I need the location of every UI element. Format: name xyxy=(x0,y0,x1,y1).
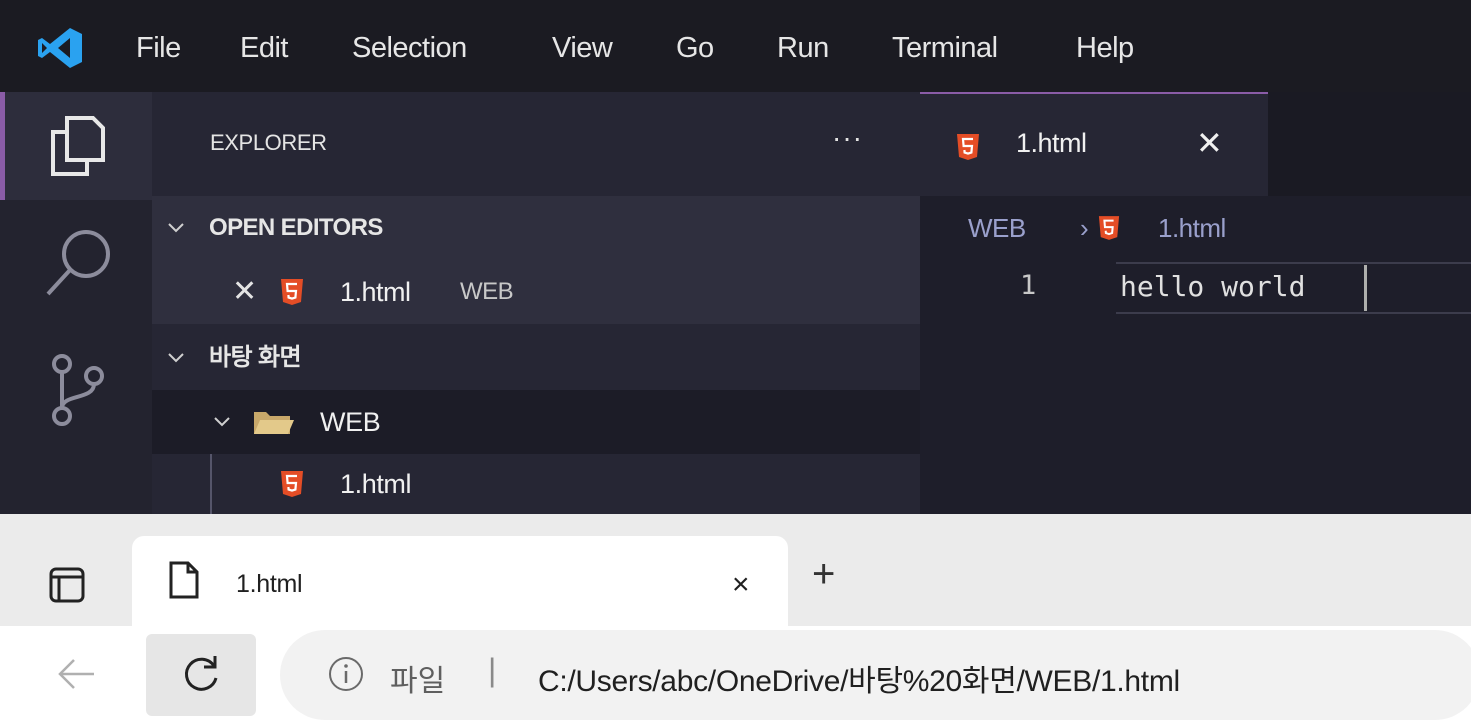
menu-help[interactable]: Help xyxy=(1076,26,1134,70)
menu-edit[interactable]: Edit xyxy=(240,26,288,70)
editor-tab-bar: 1.html ✕ xyxy=(920,92,1471,196)
source-control-icon xyxy=(52,354,104,426)
info-icon[interactable] xyxy=(326,654,366,694)
open-editors-section-header[interactable]: OPEN EDITORS xyxy=(152,196,920,260)
chevron-down-icon xyxy=(214,417,230,427)
more-actions-icon[interactable]: ··· xyxy=(832,122,863,154)
workspace-label: 바탕 화면 xyxy=(209,344,302,371)
breadcrumb-folder[interactable]: WEB xyxy=(968,208,1026,248)
menu-bar: File Edit Selection View Go Run Terminal… xyxy=(0,0,1471,92)
menu-terminal[interactable]: Terminal xyxy=(892,26,998,70)
breadcrumb-file[interactable]: 1.html xyxy=(1158,208,1226,248)
breadcrumb-separator: › xyxy=(1080,213,1089,243)
chevron-down-icon xyxy=(168,353,184,363)
close-editor-icon[interactable]: ✕ xyxy=(232,260,257,324)
open-editor-filename: 1.html xyxy=(340,277,411,307)
new-tab-button[interactable]: + xyxy=(812,554,835,594)
text-cursor xyxy=(1364,265,1367,311)
file-item-1-html[interactable]: 1.html xyxy=(152,454,920,514)
menu-run[interactable]: Run xyxy=(777,26,829,70)
html-file-icon xyxy=(957,134,979,160)
files-icon xyxy=(51,116,105,176)
editor-tab-label: 1.html xyxy=(1016,128,1087,158)
html-file-icon xyxy=(1098,216,1120,240)
address-url[interactable]: C:/Users/abc/OneDrive/바탕%20화면/WEB/1.html xyxy=(538,656,1180,700)
menu-view[interactable]: View xyxy=(552,26,613,70)
folder-open-icon xyxy=(254,412,294,434)
browser-tab-strip: 1.html × + xyxy=(0,514,1471,630)
open-editors-label: OPEN EDITORS xyxy=(209,214,383,241)
refresh-icon xyxy=(184,656,218,691)
vscode-window: File Edit Selection View Go Run Terminal… xyxy=(0,0,1471,514)
address-scheme-label: 파일 xyxy=(390,665,446,698)
address-separator: | xyxy=(488,652,497,688)
code-line[interactable]: hello world xyxy=(1120,270,1305,303)
tree-indent-guide xyxy=(210,454,212,514)
refresh-button[interactable] xyxy=(146,634,256,716)
vscode-logo-icon xyxy=(38,28,82,68)
close-tab-icon[interactable]: ✕ xyxy=(1196,124,1223,162)
workspace-section-header[interactable]: 바탕 화면 xyxy=(152,326,920,390)
activity-source-control[interactable] xyxy=(0,340,152,448)
browser-window: 1.html × + 파일 | C:/Users/abc/OneDrive/바탕… xyxy=(0,514,1471,726)
html-file-icon xyxy=(281,471,303,497)
open-editor-folder: WEB xyxy=(460,278,514,305)
explorer-title: EXPLORER xyxy=(210,130,327,155)
document-icon xyxy=(169,561,199,599)
activity-bar xyxy=(0,92,152,514)
editor-group: 1.html ✕ WEB › 1.html 1 hello world xyxy=(920,92,1471,514)
menu-go[interactable]: Go xyxy=(676,26,714,70)
menu-selection[interactable]: Selection xyxy=(352,26,467,70)
editor-tab[interactable]: 1.html ✕ xyxy=(920,92,1268,196)
chevron-down-icon xyxy=(168,223,184,233)
address-bar[interactable]: 파일 | C:/Users/abc/OneDrive/바탕%20화면/WEB/1… xyxy=(280,630,1471,720)
open-editor-item[interactable]: ✕ 1.html WEB xyxy=(152,260,920,324)
folder-name: WEB xyxy=(320,407,381,437)
file-name: 1.html xyxy=(340,469,412,499)
line-number: 1 xyxy=(1020,270,1037,301)
search-icon xyxy=(46,230,110,296)
html-file-icon xyxy=(281,279,303,305)
back-arrow-icon[interactable] xyxy=(56,654,96,694)
activity-search[interactable] xyxy=(0,202,152,310)
explorer-sidebar: EXPLORER ··· OPEN EDITORS ✕ 1.html WEB 바… xyxy=(152,92,920,514)
activity-explorer[interactable] xyxy=(0,92,152,200)
tab-actions-icon[interactable] xyxy=(48,566,86,604)
browser-tab-title: 1.html xyxy=(236,570,303,598)
folder-item-web[interactable]: WEB xyxy=(152,390,920,454)
browser-tab[interactable]: 1.html × xyxy=(132,536,788,630)
menu-file[interactable]: File xyxy=(136,26,181,70)
close-tab-icon[interactable]: × xyxy=(732,568,750,602)
